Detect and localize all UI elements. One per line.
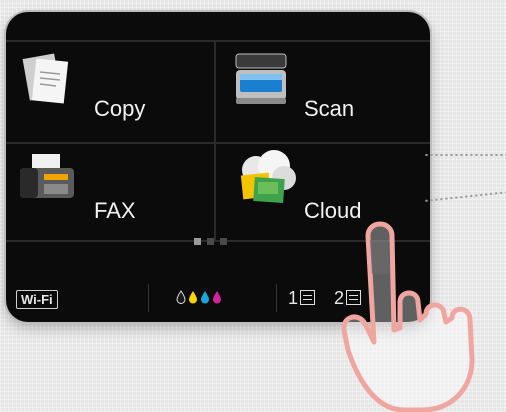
fax-tile[interactable]: FAX	[6, 144, 206, 242]
status-separator-1	[148, 284, 149, 312]
ink-drop-icon	[189, 291, 197, 304]
scan-label: Scan	[304, 96, 355, 121]
ink-level-indicator[interactable]	[176, 290, 222, 304]
status-separator-2	[276, 284, 277, 312]
ink-drop-icon	[213, 291, 221, 304]
copy-label: Copy	[94, 96, 146, 121]
fax-icon	[20, 154, 74, 198]
paper-tray-icon	[300, 290, 316, 305]
fax-label: FAX	[94, 198, 136, 223]
callout-line-2	[423, 191, 506, 202]
paper-tray-1[interactable]: 1	[288, 288, 316, 309]
ink-drop-icon	[201, 291, 209, 304]
scan-tile[interactable]: Scan	[216, 42, 416, 140]
tray-1-number: 1	[288, 288, 299, 308]
wifi-indicator[interactable]: Wi-Fi	[16, 290, 58, 309]
ink-drop-icon	[176, 290, 186, 304]
pointing-hand-icon	[341, 221, 475, 412]
copy-tile[interactable]: Copy	[6, 42, 206, 140]
cloud-icon	[240, 150, 296, 204]
callout-line-1	[424, 154, 506, 156]
page-indicator	[194, 238, 227, 245]
page-dot-3[interactable]	[220, 238, 227, 245]
page-dot-1[interactable]	[194, 238, 201, 245]
copy-icon	[22, 53, 69, 104]
page-dot-2[interactable]	[207, 238, 214, 245]
scan-icon	[235, 53, 287, 104]
